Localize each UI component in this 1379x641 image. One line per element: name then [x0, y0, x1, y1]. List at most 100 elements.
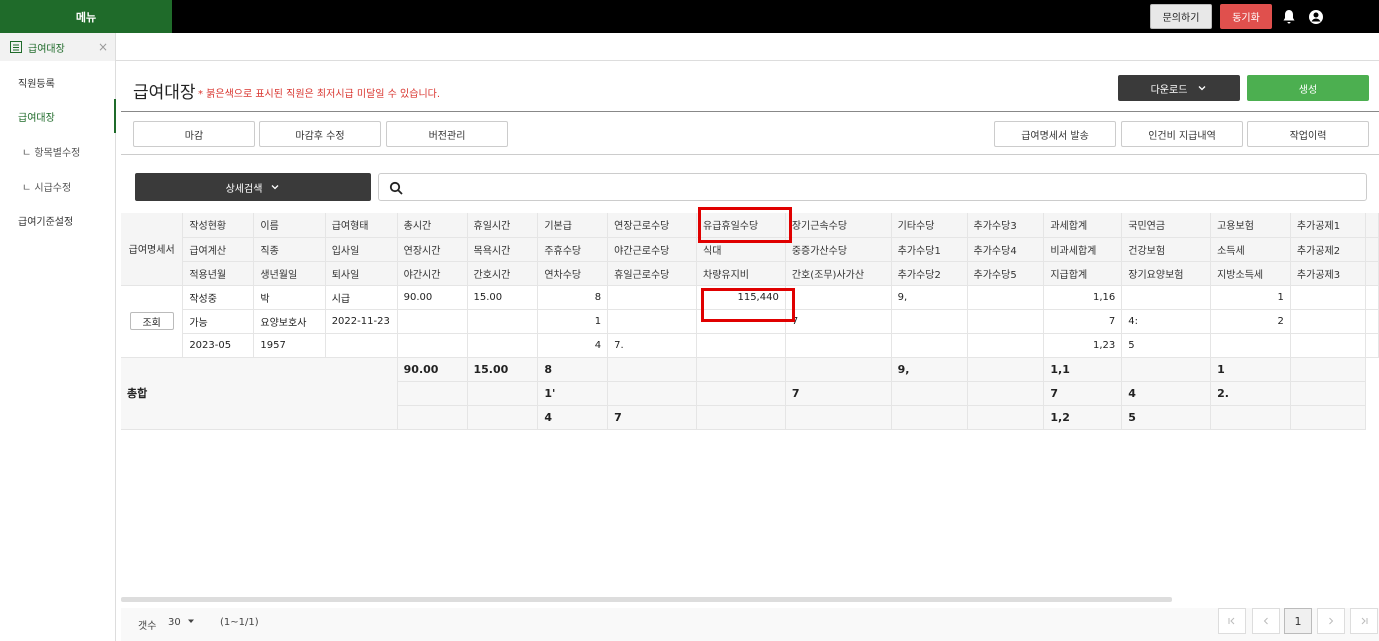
header-cell[interactable]: 국민연금	[1121, 213, 1212, 238]
divider	[121, 111, 1379, 112]
next-page-button[interactable]	[1317, 608, 1345, 634]
header-cell[interactable]: 급여계산	[182, 237, 255, 262]
header-cell[interactable]: 중증가산수당	[785, 237, 892, 262]
header-cell[interactable]: 퇴사일	[325, 261, 398, 286]
detail-search-label: 상세검색	[225, 183, 263, 195]
send-payslip-button[interactable]: 급여명세서 발송	[994, 121, 1116, 147]
table-cell	[1121, 285, 1212, 310]
header-cell[interactable]: 적용년월	[182, 261, 255, 286]
sync-button[interactable]: 동기화	[1220, 4, 1272, 29]
sidebar-item-employee-register[interactable]: 직원등록	[0, 65, 116, 99]
document-icon	[10, 41, 22, 53]
total-cell	[467, 381, 539, 406]
create-button[interactable]: 생성	[1247, 75, 1369, 101]
header-cell[interactable]: 추가수당3	[967, 213, 1045, 238]
bell-icon[interactable]	[1281, 9, 1297, 25]
sidebar-item-hourly-edit[interactable]: ㄴ 시급수정	[0, 169, 116, 203]
total-cell: 1,1	[1043, 357, 1123, 382]
header-cell[interactable]: 작성현황	[182, 213, 255, 238]
work-history-button[interactable]: 작업이력	[1247, 121, 1369, 147]
header-cell[interactable]: 고용보험	[1210, 213, 1291, 238]
total-cell: 4	[1121, 381, 1212, 406]
header-cell[interactable]: 추가수당4	[967, 237, 1045, 262]
last-page-button[interactable]	[1350, 608, 1378, 634]
header-cell[interactable]: 간호시간	[467, 261, 539, 286]
total-cell: 1,2	[1043, 405, 1123, 430]
header-cell[interactable]: 추가수당5	[967, 261, 1045, 286]
header-cell-empty	[1365, 237, 1379, 262]
header-cell[interactable]: 추가공제2	[1290, 237, 1367, 262]
header-cell[interactable]: 건강보험	[1121, 237, 1212, 262]
sidebar: 직원등록 급여대장 ㄴ 항목별수정 ㄴ 시급수정 급여기준설정	[0, 61, 116, 641]
header-cell[interactable]: 연차수당	[537, 261, 609, 286]
header-cell[interactable]: 추가공제3	[1290, 261, 1367, 286]
table-cell	[325, 333, 398, 358]
header-cell[interactable]: 야간시간	[397, 261, 468, 286]
header-cell[interactable]: 목욕시간	[467, 237, 539, 262]
user-icon[interactable]	[1308, 9, 1324, 25]
header-cell[interactable]: 지방소득세	[1210, 261, 1291, 286]
search-input[interactable]	[378, 173, 1367, 201]
menu-label[interactable]: 메뉴	[0, 0, 172, 33]
header-cell[interactable]: 차량유지비	[696, 261, 786, 286]
header-cell[interactable]: 급여형태	[325, 213, 398, 238]
header-cell[interactable]: 연장근로수당	[607, 213, 697, 238]
table-row[interactable]: 2023-05 1957 4 7. 1,23 5	[121, 333, 1379, 358]
header-cell[interactable]: 기타수당	[891, 213, 968, 238]
table-cell	[967, 333, 1045, 358]
header-cell[interactable]: 추가공제1	[1290, 213, 1367, 238]
download-button[interactable]: 다운로드	[1118, 75, 1240, 101]
page-title: 급여대장	[133, 83, 196, 103]
table-cell: 7	[785, 309, 892, 334]
close-period-button[interactable]: 마감	[133, 121, 255, 147]
sidebar-item-item-edit[interactable]: ㄴ 항목별수정	[0, 134, 116, 168]
total-cell: 1	[1210, 357, 1291, 382]
total-cell	[467, 405, 539, 430]
row-count-select[interactable]: 30	[168, 617, 195, 628]
main-content: 급여대장 * 붉은색으로 표시된 직원은 최저시급 미달일 수 있습니다. 다운…	[121, 66, 1379, 641]
inquiry-button[interactable]: 문의하기	[1150, 4, 1212, 29]
prev-page-button[interactable]	[1252, 608, 1280, 634]
close-icon[interactable]: ×	[98, 40, 108, 54]
header-cell[interactable]: 장기요양보험	[1121, 261, 1212, 286]
header-cell[interactable]: 비과세합계	[1043, 237, 1123, 262]
header-cell[interactable]: 소득세	[1210, 237, 1291, 262]
labor-cost-history-button[interactable]: 인건비 지급내역	[1121, 121, 1243, 147]
highlight-paid-holiday-header	[698, 207, 792, 243]
total-cell	[397, 405, 468, 430]
header-cell[interactable]: 연장시간	[397, 237, 468, 262]
sidebar-item-payroll-settings[interactable]: 급여기준설정	[0, 203, 116, 237]
total-cell	[1210, 405, 1291, 430]
table-cell-empty	[1365, 333, 1379, 358]
header-cell[interactable]: 야간근로수당	[607, 237, 697, 262]
table-cell: 9,	[891, 285, 968, 310]
header-cell[interactable]: 휴일근로수당	[607, 261, 697, 286]
header-cell[interactable]: 간호(조무)사가산	[785, 261, 892, 286]
header-cell[interactable]: 기본급	[537, 213, 609, 238]
first-page-button[interactable]	[1218, 608, 1246, 634]
table-cell: 시급	[325, 285, 398, 310]
first-page-icon	[1228, 617, 1235, 625]
table-cell	[1210, 333, 1291, 358]
sidebar-item-payroll-ledger[interactable]: 급여대장	[0, 99, 116, 133]
view-button[interactable]: 조회	[129, 312, 174, 330]
header-cell[interactable]: 주휴수당	[537, 237, 609, 262]
header-cell[interactable]: 생년월일	[253, 261, 326, 286]
edit-after-close-button[interactable]: 마감후 수정	[259, 121, 381, 147]
header-cell[interactable]: 이름	[253, 213, 326, 238]
page-number-button[interactable]: 1	[1284, 608, 1312, 634]
header-cell[interactable]: 총시간	[397, 213, 468, 238]
detail-search-button[interactable]: 상세검색	[135, 173, 371, 201]
header-cell[interactable]: 직종	[253, 237, 326, 262]
header-cell[interactable]: 추가수당1	[891, 237, 968, 262]
header-cell[interactable]: 휴일시간	[467, 213, 539, 238]
version-manage-button[interactable]: 버전관리	[386, 121, 508, 147]
header-cell[interactable]: 추가수당2	[891, 261, 968, 286]
header-payslip: 급여명세서	[121, 213, 184, 286]
chevron-left-icon	[1263, 617, 1268, 625]
header-cell[interactable]: 장기근속수당	[785, 213, 892, 238]
header-cell[interactable]: 입사일	[325, 237, 398, 262]
horizontal-scrollbar[interactable]	[121, 597, 1172, 602]
header-cell[interactable]: 지급합계	[1043, 261, 1123, 286]
header-cell[interactable]: 과세합계	[1043, 213, 1123, 238]
